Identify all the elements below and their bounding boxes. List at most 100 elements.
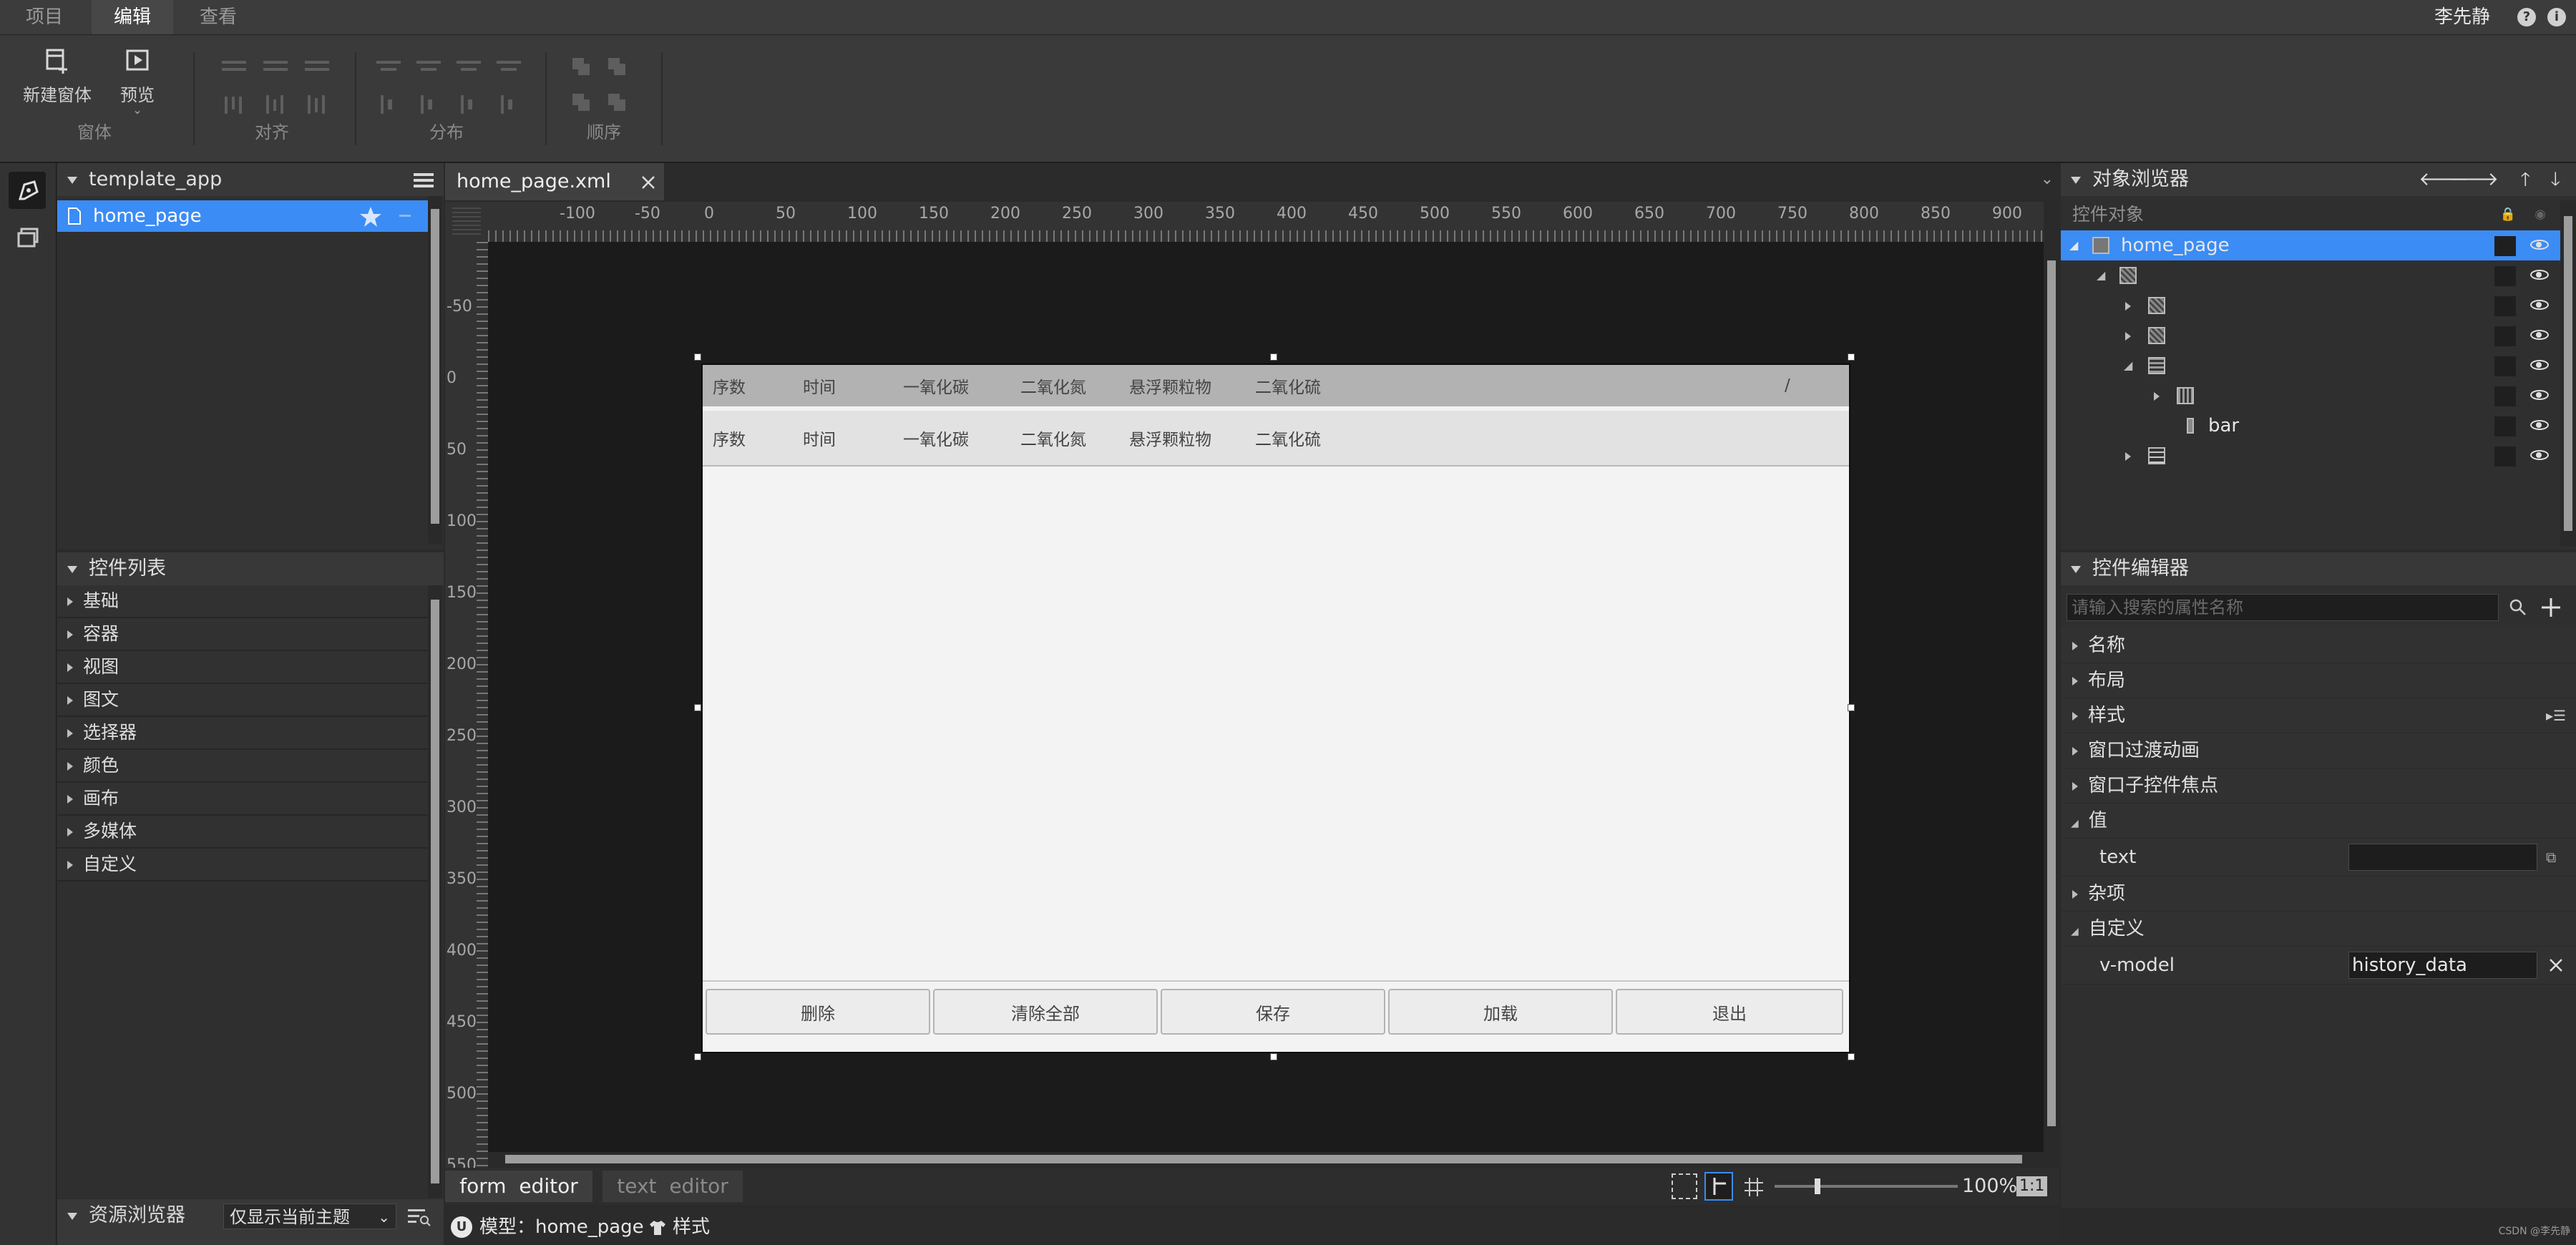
model-label[interactable]: 模型：home_page [479,1209,644,1245]
project-panel-header[interactable]: template_app [57,163,444,196]
expand-icon[interactable] [2125,321,2131,351]
widget-category-canvas[interactable]: 画布 [57,783,428,816]
lock-toggle[interactable] [2494,386,2516,406]
widget-category-media[interactable]: 多媒体 [57,816,428,849]
tree-item-bar[interactable]: bar [2061,411,2560,441]
tab-edit[interactable]: 编辑 [92,0,173,34]
widget-editor-header[interactable]: 控件编辑器 [2061,552,2576,585]
eye-icon[interactable] [2530,300,2549,310]
property-section-window-animation[interactable]: 窗口过渡动画 [2061,733,2576,768]
eye-icon[interactable] [2530,270,2549,280]
table-row[interactable]: 序数 时间 一氧化碳 二氧化氮 悬浮颗粒物 二氧化硫 [703,411,1849,467]
canvas-hscrollbar[interactable] [488,1152,2044,1166]
zoom-slider[interactable] [1775,1178,1958,1194]
tree-item[interactable] [2061,381,2560,411]
star-icon[interactable] [359,206,382,228]
property-section-child-focus[interactable]: 窗口子控件焦点 [2061,768,2576,804]
collapse-icon[interactable] [2071,176,2081,184]
binding-icon[interactable]: ⧉ [2546,840,2556,874]
text-editor-tab[interactable]: text editor [602,1171,743,1202]
canvas-vscrollbar[interactable] [2044,242,2059,1151]
zoom-slider-thumb[interactable] [1815,1178,1820,1194]
info-icon[interactable]: i [2547,8,2566,26]
snap-icon[interactable] [1704,1172,1733,1201]
form-editor-tab[interactable]: form editor [445,1171,592,1202]
expand-icon[interactable]: ◢ [2097,260,2105,290]
property-section-custom[interactable]: ◢ 自定义 [2061,912,2576,947]
widget-category-color[interactable]: 颜色 [57,750,428,783]
widget-category-view[interactable]: 视图 [57,651,428,684]
resize-handle[interactable] [694,1053,701,1060]
minus-icon[interactable] [399,215,411,217]
lock-toggle[interactable] [2494,266,2516,286]
load-button[interactable]: 加载 [1388,989,1613,1035]
tab-view[interactable]: 查看 [179,0,258,34]
scrollbar-thumb[interactable] [431,209,439,524]
widget-category-container[interactable]: 容器 [57,618,428,651]
user-name[interactable]: 李先静 [2434,0,2490,34]
design-mode-button[interactable] [9,172,46,209]
add-icon[interactable] [2540,597,2562,618]
chevron-down-icon[interactable]: ⌄ [114,104,160,116]
collapse-icon[interactable] [67,1212,77,1220]
chevron-down-icon[interactable]: ⌄ [2041,170,2054,188]
property-section-layout[interactable]: 布局 [2061,663,2576,698]
expand-icon[interactable]: ◢ [2124,351,2132,381]
resize-handle[interactable] [1270,1053,1277,1060]
lock-toggle[interactable] [2494,326,2516,346]
tree-item[interactable] [2061,290,2560,321]
close-icon[interactable] [641,175,655,190]
tree-item[interactable] [2061,321,2560,351]
exit-button[interactable]: 退出 [1616,989,1843,1035]
widget-category-picker[interactable]: 选择器 [57,717,428,750]
resize-handle[interactable] [694,704,701,711]
arrow-up-icon[interactable]: 🡑 [2520,163,2530,196]
scrollbar-thumb[interactable] [431,600,439,1183]
delete-button[interactable]: 删除 [706,989,930,1035]
select-area-icon[interactable] [1672,1173,1697,1199]
expand-icon[interactable] [2125,441,2131,471]
property-section-value[interactable]: ◢ 值 [2061,804,2576,839]
scrollbar-thumb[interactable] [2564,216,2572,531]
lock-toggle[interactable] [2494,446,2516,467]
lock-toggle[interactable] [2494,356,2516,376]
layers-button[interactable] [9,219,46,256]
collapse-icon[interactable] [67,565,77,573]
ratio-button[interactable]: 1:1 [2016,1176,2048,1196]
text-value-input[interactable] [2348,844,2537,871]
tree-item[interactable] [2061,441,2560,471]
widget-list-header[interactable]: 控件列表 [57,552,444,585]
project-item-home-page[interactable]: home_page [57,200,428,232]
form-home-page[interactable]: 序数 时间 一氧化碳 二氧化氮 悬浮颗粒物 二氧化硫 / 序数 时间 一氧化碳 … [701,363,1850,1053]
filter-list-icon[interactable] [408,1208,431,1226]
object-browser-scrollbar[interactable] [2560,200,2576,547]
tree-item-home-page[interactable]: ◢ home_page [2061,230,2560,260]
resize-handle[interactable] [1848,1053,1855,1060]
new-window-button[interactable]: 新建窗体 [20,47,94,106]
clear-all-button[interactable]: 清除全部 [933,989,1158,1035]
lock-toggle[interactable] [2494,416,2516,436]
scrollbar-thumb[interactable] [505,1155,2022,1163]
eye-icon[interactable] [2530,240,2549,250]
lock-toggle[interactable] [2494,296,2516,316]
expand-icon[interactable] [2125,290,2131,321]
object-browser-header[interactable]: 对象浏览器 🡐 🡒 🡑 🡓 [2061,163,2576,196]
collapse-icon[interactable] [2071,565,2081,573]
preview-button[interactable]: 预览 ⌄ [114,47,160,116]
resource-browser-header[interactable]: 资源浏览器 [57,1199,185,1232]
grid-icon[interactable] [1743,1176,1765,1198]
expand-icon[interactable]: ◢ [2069,230,2078,260]
collapse-icon[interactable] [67,176,77,184]
arrow-right-icon[interactable]: 🡒 [2449,163,2499,196]
eye-icon[interactable] [2530,390,2549,400]
tree-item[interactable]: ◢ [2061,260,2560,290]
eye-icon[interactable] [2530,330,2549,340]
save-button[interactable]: 保存 [1161,989,1385,1035]
resize-handle[interactable] [694,353,701,361]
lock-toggle[interactable] [2494,236,2516,256]
theme-filter-select[interactable]: 仅显示当前主题 ⌄ [223,1204,396,1229]
tab-project[interactable]: 项目 [0,0,89,34]
style-list-icon[interactable]: ▸☰ [2546,698,2566,733]
help-icon[interactable]: ? [2517,8,2536,26]
arrow-down-icon[interactable]: 🡓 [2550,163,2560,196]
